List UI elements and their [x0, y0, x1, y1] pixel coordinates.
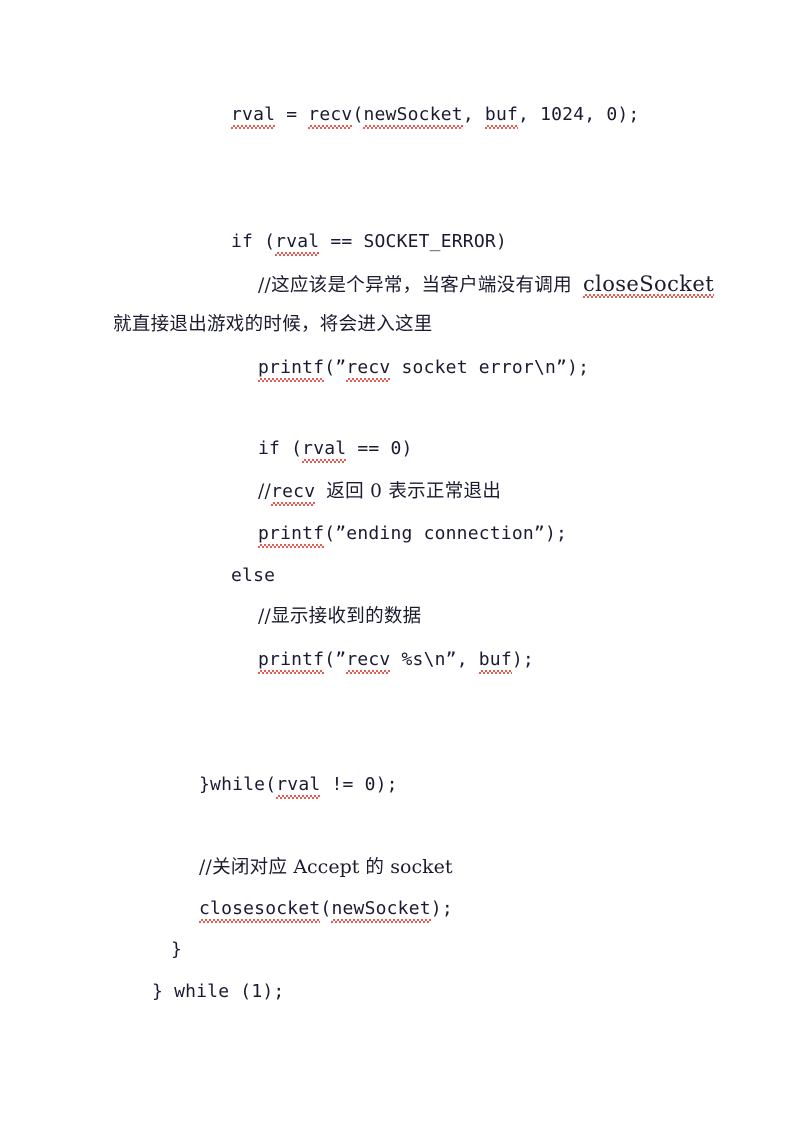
spellcheck-word[interactable]: recv	[346, 649, 391, 674]
text-run: 表示正常退出	[388, 481, 502, 502]
spellcheck-word[interactable]: newSocket	[331, 898, 432, 923]
line-close-brace-while-one: } while (1);	[152, 981, 284, 1003]
text-run	[572, 275, 583, 296]
line-close-brace-inner: }	[171, 939, 182, 961]
spellcheck-word[interactable]: buf	[478, 649, 513, 674]
spellcheck-word[interactable]: closeSocket	[582, 273, 715, 298]
line-if-socket-error: if (rval == SOCKET_ERROR)	[231, 231, 507, 256]
text-run: socket	[384, 856, 453, 878]
text-run: 的	[365, 857, 385, 878]
text-run: %s\n”,	[390, 649, 479, 670]
text-run: else	[231, 565, 276, 586]
spellcheck-word[interactable]: recv	[308, 104, 353, 129]
text-run: 这应该是个异常，当客户端没有调用	[271, 275, 572, 296]
text-run: (”	[324, 357, 347, 378]
line-if-rval-zero: if (rval == 0)	[258, 438, 413, 463]
spellcheck-word[interactable]: rval	[302, 438, 347, 463]
text-run: (”	[324, 649, 347, 670]
text-run: Accept	[287, 856, 366, 878]
text-run: } while (1);	[152, 981, 285, 1002]
line-comment-exception: //这应该是个异常，当客户端没有调用 closeSocket	[258, 273, 715, 298]
spellcheck-word[interactable]: rval	[231, 104, 276, 129]
text-run: , 1024, 0);	[518, 104, 640, 125]
spellcheck-word[interactable]: closesocket	[199, 898, 321, 923]
text-run: == SOCKET_ERROR)	[319, 231, 507, 252]
text-run: == 0)	[346, 438, 413, 459]
document-page: rval = recv(newSocket, buf, 1024, 0); if …	[0, 0, 793, 1122]
text-run: }while(	[199, 774, 277, 795]
text-run	[315, 481, 326, 502]
line-comment-recv-return-zero: //recv 返回 0 表示正常退出	[258, 481, 502, 506]
text-run: if (	[258, 438, 303, 459]
text-run: socket error\n”);	[390, 357, 590, 378]
text-run: 关闭对应	[212, 857, 288, 878]
text-run: }	[171, 939, 183, 960]
text-run: (	[320, 898, 332, 919]
spellcheck-word[interactable]: rval	[275, 231, 320, 256]
text-run: 就直接退出游戏的时候，将会进入这里	[113, 314, 433, 335]
spellcheck-word[interactable]: buf	[484, 104, 519, 129]
text-run: 返回	[326, 481, 364, 502]
spellcheck-word[interactable]: newSocket	[363, 104, 464, 129]
text-run: if (	[231, 231, 276, 252]
spellcheck-word[interactable]: rval	[276, 774, 321, 799]
line-printf-ending-connection: printf(”ending connection”);	[258, 523, 568, 548]
spellcheck-word[interactable]: recv	[271, 481, 316, 506]
text-run: //	[258, 481, 272, 502]
text-run: //	[258, 275, 272, 296]
line-do-while-rval: }while(rval != 0);	[199, 774, 398, 799]
text-run: =	[275, 104, 309, 125]
line-else: else	[231, 565, 275, 587]
text-run: //	[258, 606, 272, 627]
spellcheck-word[interactable]: recv	[346, 357, 391, 382]
spellcheck-word[interactable]: printf	[258, 649, 325, 674]
spellcheck-word[interactable]: printf	[258, 357, 325, 382]
line-printf-recv-error: printf(”recv socket error\n”);	[258, 357, 590, 382]
text-run: //	[199, 857, 213, 878]
text-run: );	[430, 898, 453, 919]
spellcheck-word[interactable]: printf	[258, 523, 325, 548]
text-run: (	[352, 104, 364, 125]
text-run: 0	[363, 481, 389, 502]
line-printf-recv-data: printf(”recv %s\n”, buf);	[258, 649, 534, 674]
text-run: (”ending connection”);	[324, 523, 568, 544]
line-recv-assign: rval = recv(newSocket, buf, 1024, 0);	[231, 104, 640, 129]
text-run: );	[511, 649, 534, 670]
line-comment-show-data: //显示接收到的数据	[258, 606, 421, 628]
text-run: 显示接收到的数据	[271, 606, 422, 627]
text-run: != 0);	[320, 774, 398, 795]
line-comment-exception-wrap: 就直接退出游戏的时候，将会进入这里	[113, 314, 433, 336]
line-comment-close-accept-socket: //关闭对应 Accept 的 socket	[199, 856, 452, 879]
line-closesocket-call: closesocket(newSocket);	[199, 898, 453, 923]
text-run: ,	[462, 104, 485, 125]
